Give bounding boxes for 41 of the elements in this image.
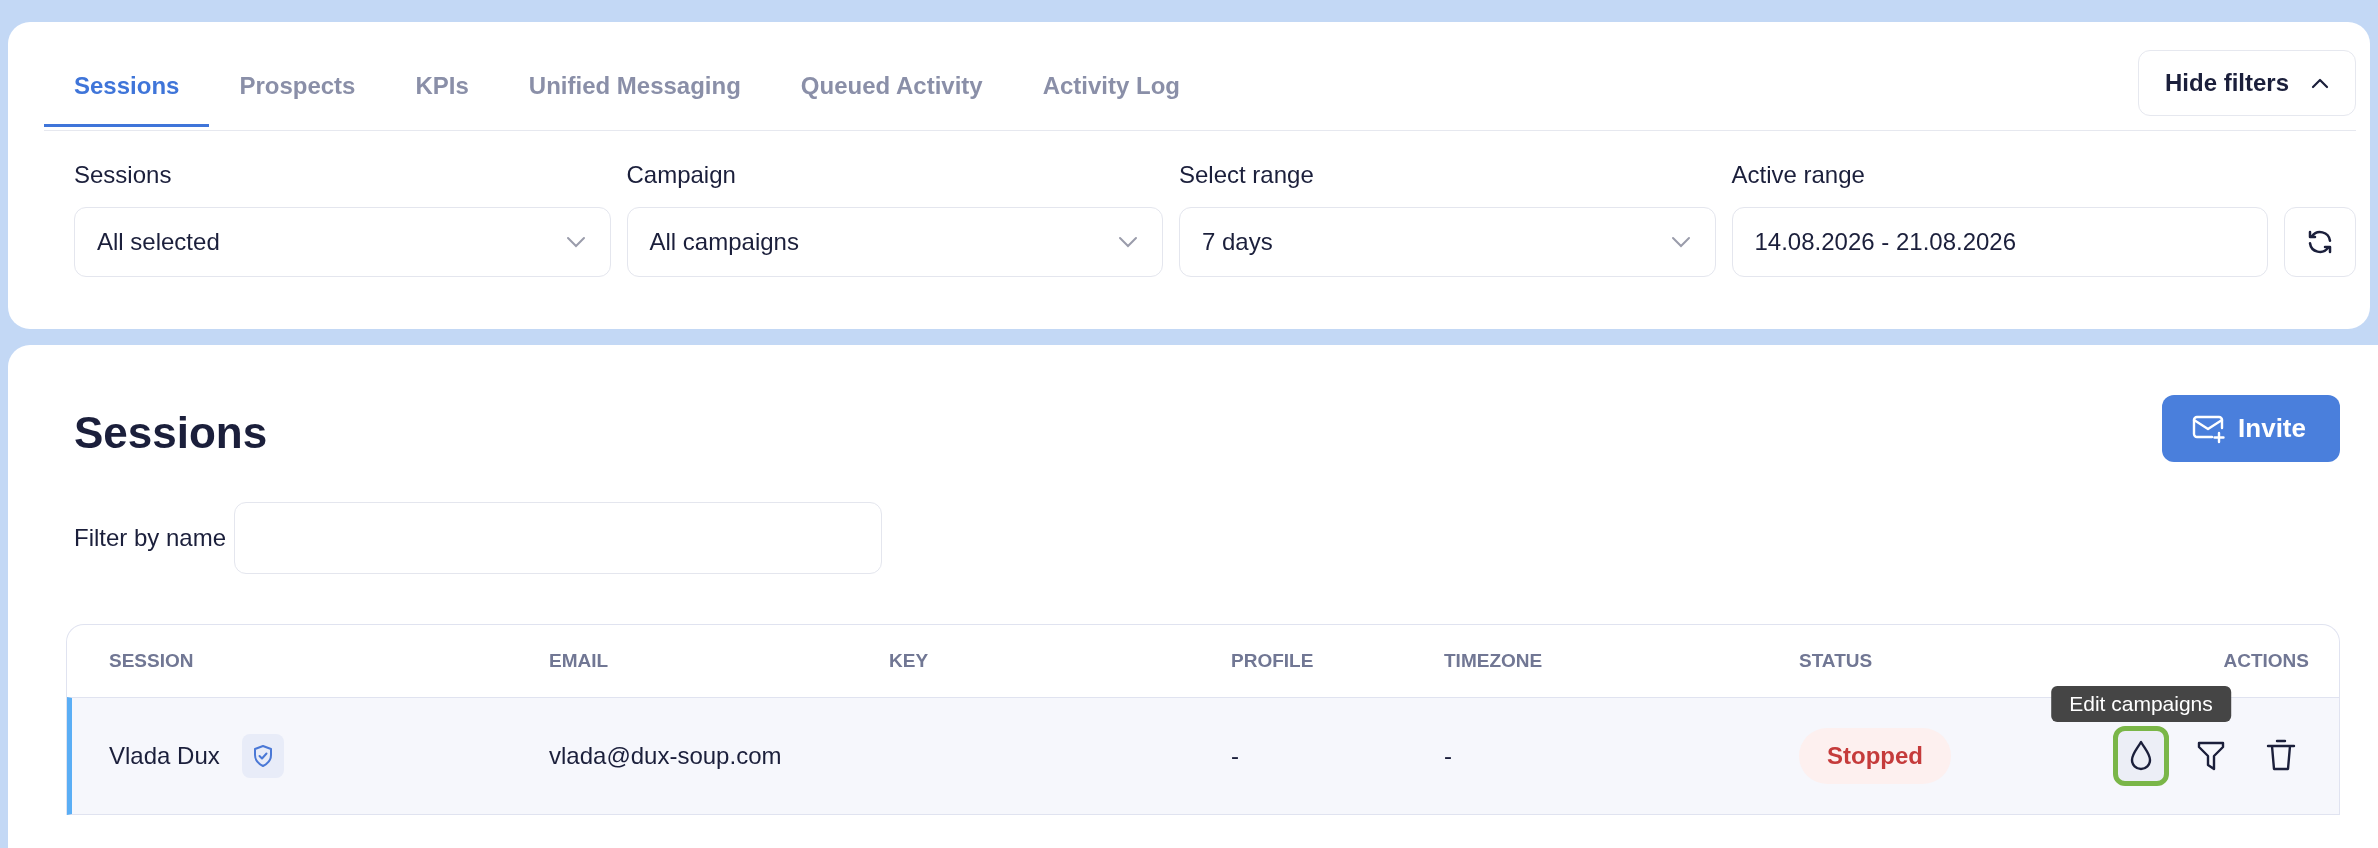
chevron-down-icon [1670, 236, 1691, 248]
drop-icon-button[interactable] [2113, 726, 2169, 786]
page-title: Sessions [74, 407, 268, 458]
hide-filters-button[interactable]: Hide filters [2137, 50, 2356, 116]
invite-button[interactable]: Invite [2162, 395, 2340, 462]
trash-icon [2266, 739, 2296, 773]
session-name: Vlada Dux [109, 742, 220, 770]
tab[interactable]: Activity Log [1012, 72, 1210, 127]
column-header: ACTIONS [2223, 650, 2309, 672]
column-header: PROFILE [1231, 650, 1315, 672]
date-range-field[interactable]: 14.08.2026 - 21.08.2026 [1731, 207, 2268, 277]
refresh-button[interactable] [2284, 207, 2356, 277]
mail-plus-icon [2192, 413, 2227, 444]
filter-label: Active range [1731, 161, 1866, 189]
column-header: KEY [889, 650, 930, 672]
tooltip: Edit campaigns [2051, 686, 2231, 722]
select-field[interactable]: All campaigns [626, 207, 1163, 277]
status-badge: Stopped [1799, 728, 1951, 784]
select-field[interactable]: 7 days [1179, 207, 1716, 277]
filter-label: Sessions [74, 161, 173, 189]
filter-label: Campaign [626, 161, 737, 189]
filter-label: Select range [1179, 161, 1315, 189]
filter-input[interactable] [234, 502, 883, 574]
tab[interactable]: Unified Messaging [498, 72, 771, 127]
timezone-cell-text: - [1444, 742, 1453, 770]
column-header: EMAIL [549, 650, 610, 672]
filter-label: Filter by name [74, 524, 227, 552]
tab[interactable]: Sessions [44, 72, 210, 127]
profile-cell-text: - [1231, 742, 1240, 770]
chevron-down-icon [1118, 236, 1138, 248]
column-header: TIMEZONE [1444, 650, 1544, 672]
tab[interactable]: KPIs [385, 72, 499, 127]
email-cell-text: vlada@dux-soup.com [549, 742, 783, 770]
caret-icon [2311, 77, 2329, 89]
tab[interactable]: Prospects [209, 72, 386, 127]
select-field[interactable]: All selected [74, 207, 611, 277]
tab[interactable]: Queued Activity [770, 72, 1013, 127]
column-header: SESSION [109, 650, 195, 672]
filter-icon [2196, 739, 2226, 773]
column-header: STATUS [1799, 650, 1874, 672]
chevron-down-icon [565, 236, 586, 248]
